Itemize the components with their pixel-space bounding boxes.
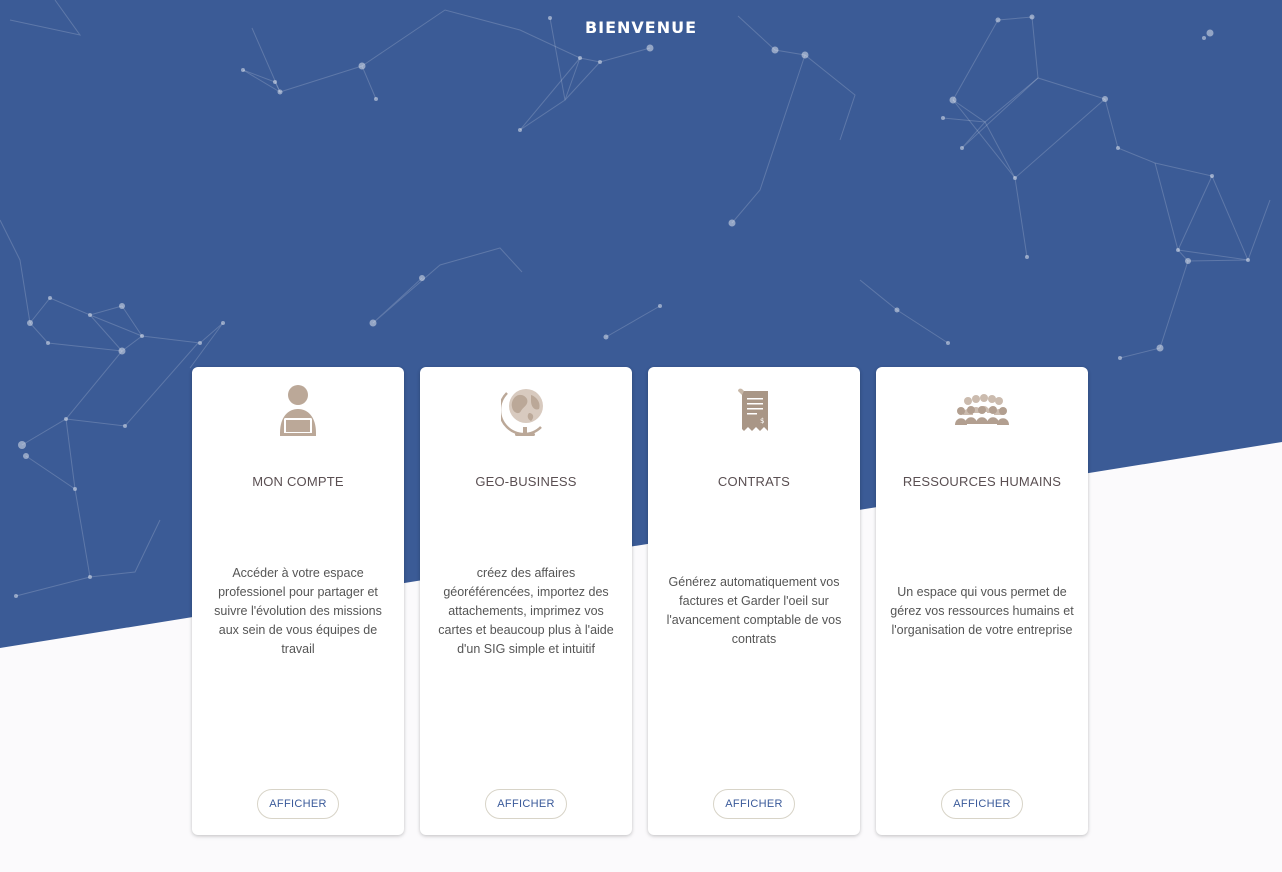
afficher-button-contrats[interactable]: AFFICHER: [713, 789, 795, 819]
card-geo-business: GEO-BUSINESS créez des affaires géoréfér…: [420, 367, 632, 835]
page-title: BIENVENUE: [584, 18, 698, 37]
card-description: Générez automatiquement vos factures et …: [666, 575, 842, 646]
afficher-button-geo-business[interactable]: AFFICHER: [485, 789, 567, 819]
afficher-button-mon-compte[interactable]: AFFICHER: [257, 789, 339, 819]
card-mon-compte: MON COMPTE Accéder à votre espace profes…: [192, 367, 404, 835]
card-contrats: $ CONTRATS Générez automatiquement vos f…: [648, 367, 860, 835]
card-description: Un espace qui vous permet de gérez vos r…: [890, 584, 1074, 637]
card-description: Accéder à votre espace professionel pour…: [214, 565, 382, 656]
card-description: créez des affaires géoréférencées, impor…: [438, 565, 614, 656]
card-ressources-humains: RESSOURCES HUMAINS Un espace qui vous pe…: [876, 367, 1088, 835]
afficher-button-ressources-humains[interactable]: AFFICHER: [941, 789, 1023, 819]
cards-row: MON COMPTE Accéder à votre espace profes…: [192, 367, 1088, 835]
